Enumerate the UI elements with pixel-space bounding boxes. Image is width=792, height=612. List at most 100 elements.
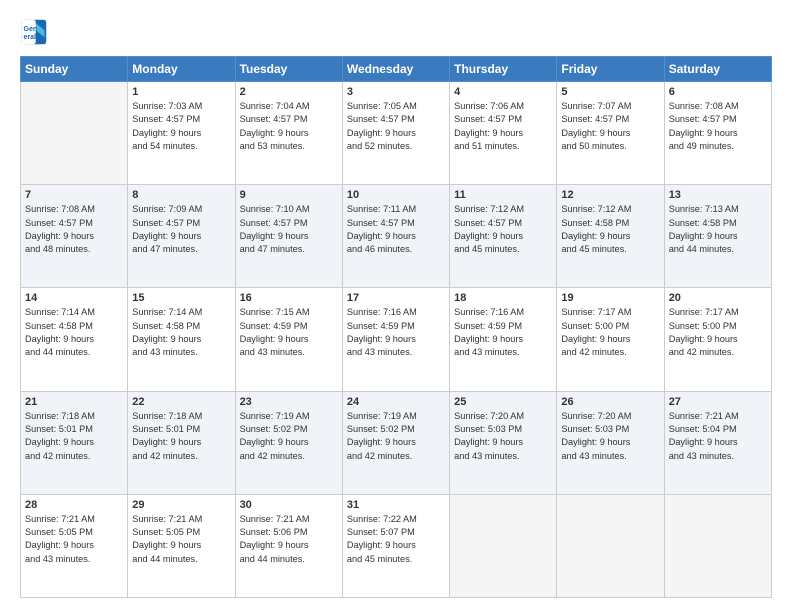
day-info: Sunrise: 7:14 AMSunset: 4:58 PMDaylight:… bbox=[132, 306, 230, 359]
weekday-header: Sunday bbox=[21, 57, 128, 82]
day-number: 29 bbox=[132, 499, 230, 511]
day-info: Sunrise: 7:16 AMSunset: 4:59 PMDaylight:… bbox=[454, 306, 552, 359]
header: Gen eral bbox=[20, 18, 772, 46]
day-info: Sunrise: 7:10 AMSunset: 4:57 PMDaylight:… bbox=[240, 203, 338, 256]
day-number: 20 bbox=[669, 292, 767, 304]
day-info: Sunrise: 7:22 AMSunset: 5:07 PMDaylight:… bbox=[347, 513, 445, 566]
calendar-cell: 14 Sunrise: 7:14 AMSunset: 4:58 PMDayligh… bbox=[21, 288, 128, 391]
day-info: Sunrise: 7:18 AMSunset: 5:01 PMDaylight:… bbox=[25, 410, 123, 463]
weekday-header: Tuesday bbox=[235, 57, 342, 82]
day-info: Sunrise: 7:04 AMSunset: 4:57 PMDaylight:… bbox=[240, 100, 338, 153]
day-number: 16 bbox=[240, 292, 338, 304]
calendar-cell: 13 Sunrise: 7:13 AMSunset: 4:58 PMDayligh… bbox=[664, 185, 771, 288]
day-number: 10 bbox=[347, 189, 445, 201]
day-number: 3 bbox=[347, 86, 445, 98]
calendar-cell: 19 Sunrise: 7:17 AMSunset: 5:00 PMDayligh… bbox=[557, 288, 664, 391]
calendar-cell: 23 Sunrise: 7:19 AMSunset: 5:02 PMDayligh… bbox=[235, 391, 342, 494]
day-number: 15 bbox=[132, 292, 230, 304]
calendar-cell: 24 Sunrise: 7:19 AMSunset: 5:02 PMDayligh… bbox=[342, 391, 449, 494]
day-number: 24 bbox=[347, 396, 445, 408]
day-info: Sunrise: 7:15 AMSunset: 4:59 PMDaylight:… bbox=[240, 306, 338, 359]
calendar-cell: 10 Sunrise: 7:11 AMSunset: 4:57 PMDayligh… bbox=[342, 185, 449, 288]
day-number: 6 bbox=[669, 86, 767, 98]
calendar-cell: 17 Sunrise: 7:16 AMSunset: 4:59 PMDayligh… bbox=[342, 288, 449, 391]
day-info: Sunrise: 7:20 AMSunset: 5:03 PMDaylight:… bbox=[454, 410, 552, 463]
day-number: 25 bbox=[454, 396, 552, 408]
page: Gen eral SundayMondayTuesdayWednesdayThu… bbox=[0, 0, 792, 612]
calendar-cell: 20 Sunrise: 7:17 AMSunset: 5:00 PMDayligh… bbox=[664, 288, 771, 391]
day-number: 28 bbox=[25, 499, 123, 511]
calendar-cell: 9Sunrise: 7:10 AMSunset: 4:57 PMDaylight… bbox=[235, 185, 342, 288]
day-info: Sunrise: 7:17 AMSunset: 5:00 PMDaylight:… bbox=[561, 306, 659, 359]
day-info: Sunrise: 7:11 AMSunset: 4:57 PMDaylight:… bbox=[347, 203, 445, 256]
day-info: Sunrise: 7:21 AMSunset: 5:05 PMDaylight:… bbox=[25, 513, 123, 566]
day-info: Sunrise: 7:12 AMSunset: 4:58 PMDaylight:… bbox=[561, 203, 659, 256]
calendar-cell: 27 Sunrise: 7:21 AMSunset: 5:04 PMDayligh… bbox=[664, 391, 771, 494]
calendar-cell: 12 Sunrise: 7:12 AMSunset: 4:58 PMDayligh… bbox=[557, 185, 664, 288]
day-number: 11 bbox=[454, 189, 552, 201]
day-number: 31 bbox=[347, 499, 445, 511]
calendar-cell: 11 Sunrise: 7:12 AMSunset: 4:57 PMDayligh… bbox=[450, 185, 557, 288]
calendar: SundayMondayTuesdayWednesdayThursdayFrid… bbox=[20, 56, 772, 598]
day-number: 22 bbox=[132, 396, 230, 408]
day-info: Sunrise: 7:08 AMSunset: 4:57 PMDaylight:… bbox=[25, 203, 123, 256]
day-number: 19 bbox=[561, 292, 659, 304]
calendar-cell: 26 Sunrise: 7:20 AMSunset: 5:03 PMDayligh… bbox=[557, 391, 664, 494]
logo-icon: Gen eral bbox=[20, 18, 48, 46]
day-info: Sunrise: 7:06 AMSunset: 4:57 PMDaylight:… bbox=[454, 100, 552, 153]
calendar-cell: 31 Sunrise: 7:22 AMSunset: 5:07 PMDayligh… bbox=[342, 494, 449, 597]
day-info: Sunrise: 7:19 AMSunset: 5:02 PMDaylight:… bbox=[347, 410, 445, 463]
day-info: Sunrise: 7:14 AMSunset: 4:58 PMDaylight:… bbox=[25, 306, 123, 359]
svg-text:eral: eral bbox=[24, 34, 37, 41]
day-number: 18 bbox=[454, 292, 552, 304]
calendar-cell: 15 Sunrise: 7:14 AMSunset: 4:58 PMDayligh… bbox=[128, 288, 235, 391]
day-number: 14 bbox=[25, 292, 123, 304]
day-number: 1 bbox=[132, 86, 230, 98]
calendar-cell bbox=[450, 494, 557, 597]
weekday-header: Wednesday bbox=[342, 57, 449, 82]
calendar-cell: 4 Sunrise: 7:06 AMSunset: 4:57 PMDaylight… bbox=[450, 82, 557, 185]
calendar-cell: 3 Sunrise: 7:05 AMSunset: 4:57 PMDaylight… bbox=[342, 82, 449, 185]
day-number: 23 bbox=[240, 396, 338, 408]
day-number: 4 bbox=[454, 86, 552, 98]
day-info: Sunrise: 7:21 AMSunset: 5:04 PMDaylight:… bbox=[669, 410, 767, 463]
calendar-cell: 8 Sunrise: 7:09 AMSunset: 4:57 PMDaylight… bbox=[128, 185, 235, 288]
calendar-cell: 22 Sunrise: 7:18 AMSunset: 5:01 PMDayligh… bbox=[128, 391, 235, 494]
day-number: 8 bbox=[132, 189, 230, 201]
logo: Gen eral bbox=[20, 18, 52, 46]
calendar-cell: 18 Sunrise: 7:16 AMSunset: 4:59 PMDayligh… bbox=[450, 288, 557, 391]
calendar-cell: 29Sunrise: 7:21 AMSunset: 5:05 PMDayligh… bbox=[128, 494, 235, 597]
day-number: 21 bbox=[25, 396, 123, 408]
day-info: Sunrise: 7:13 AMSunset: 4:58 PMDaylight:… bbox=[669, 203, 767, 256]
day-number: 2 bbox=[240, 86, 338, 98]
weekday-header: Saturday bbox=[664, 57, 771, 82]
day-info: Sunrise: 7:20 AMSunset: 5:03 PMDaylight:… bbox=[561, 410, 659, 463]
calendar-cell: 28 Sunrise: 7:21 AMSunset: 5:05 PMDayligh… bbox=[21, 494, 128, 597]
day-info: Sunrise: 7:08 AMSunset: 4:57 PMDaylight:… bbox=[669, 100, 767, 153]
day-number: 12 bbox=[561, 189, 659, 201]
day-number: 13 bbox=[669, 189, 767, 201]
day-info: Sunrise: 7:05 AMSunset: 4:57 PMDaylight:… bbox=[347, 100, 445, 153]
calendar-cell bbox=[21, 82, 128, 185]
day-info: Sunrise: 7:21 AMSunset: 5:06 PMDaylight:… bbox=[240, 513, 338, 566]
calendar-cell: 16 Sunrise: 7:15 AMSunset: 4:59 PMDayligh… bbox=[235, 288, 342, 391]
calendar-cell: 30 Sunrise: 7:21 AMSunset: 5:06 PMDayligh… bbox=[235, 494, 342, 597]
day-info: Sunrise: 7:09 AMSunset: 4:57 PMDaylight:… bbox=[132, 203, 230, 256]
weekday-header: Thursday bbox=[450, 57, 557, 82]
day-number: 26 bbox=[561, 396, 659, 408]
calendar-cell bbox=[664, 494, 771, 597]
day-info: Sunrise: 7:18 AMSunset: 5:01 PMDaylight:… bbox=[132, 410, 230, 463]
day-number: 27 bbox=[669, 396, 767, 408]
day-number: 17 bbox=[347, 292, 445, 304]
day-info: Sunrise: 7:17 AMSunset: 5:00 PMDaylight:… bbox=[669, 306, 767, 359]
day-number: 7 bbox=[25, 189, 123, 201]
calendar-cell: 1Sunrise: 7:03 AMSunset: 4:57 PMDaylight… bbox=[128, 82, 235, 185]
calendar-cell: 6 Sunrise: 7:08 AMSunset: 4:57 PMDaylight… bbox=[664, 82, 771, 185]
calendar-cell: 5Sunrise: 7:07 AMSunset: 4:57 PMDaylight… bbox=[557, 82, 664, 185]
calendar-cell bbox=[557, 494, 664, 597]
day-info: Sunrise: 7:16 AMSunset: 4:59 PMDaylight:… bbox=[347, 306, 445, 359]
day-info: Sunrise: 7:07 AMSunset: 4:57 PMDaylight:… bbox=[561, 100, 659, 153]
day-number: 30 bbox=[240, 499, 338, 511]
day-info: Sunrise: 7:12 AMSunset: 4:57 PMDaylight:… bbox=[454, 203, 552, 256]
day-info: Sunrise: 7:19 AMSunset: 5:02 PMDaylight:… bbox=[240, 410, 338, 463]
